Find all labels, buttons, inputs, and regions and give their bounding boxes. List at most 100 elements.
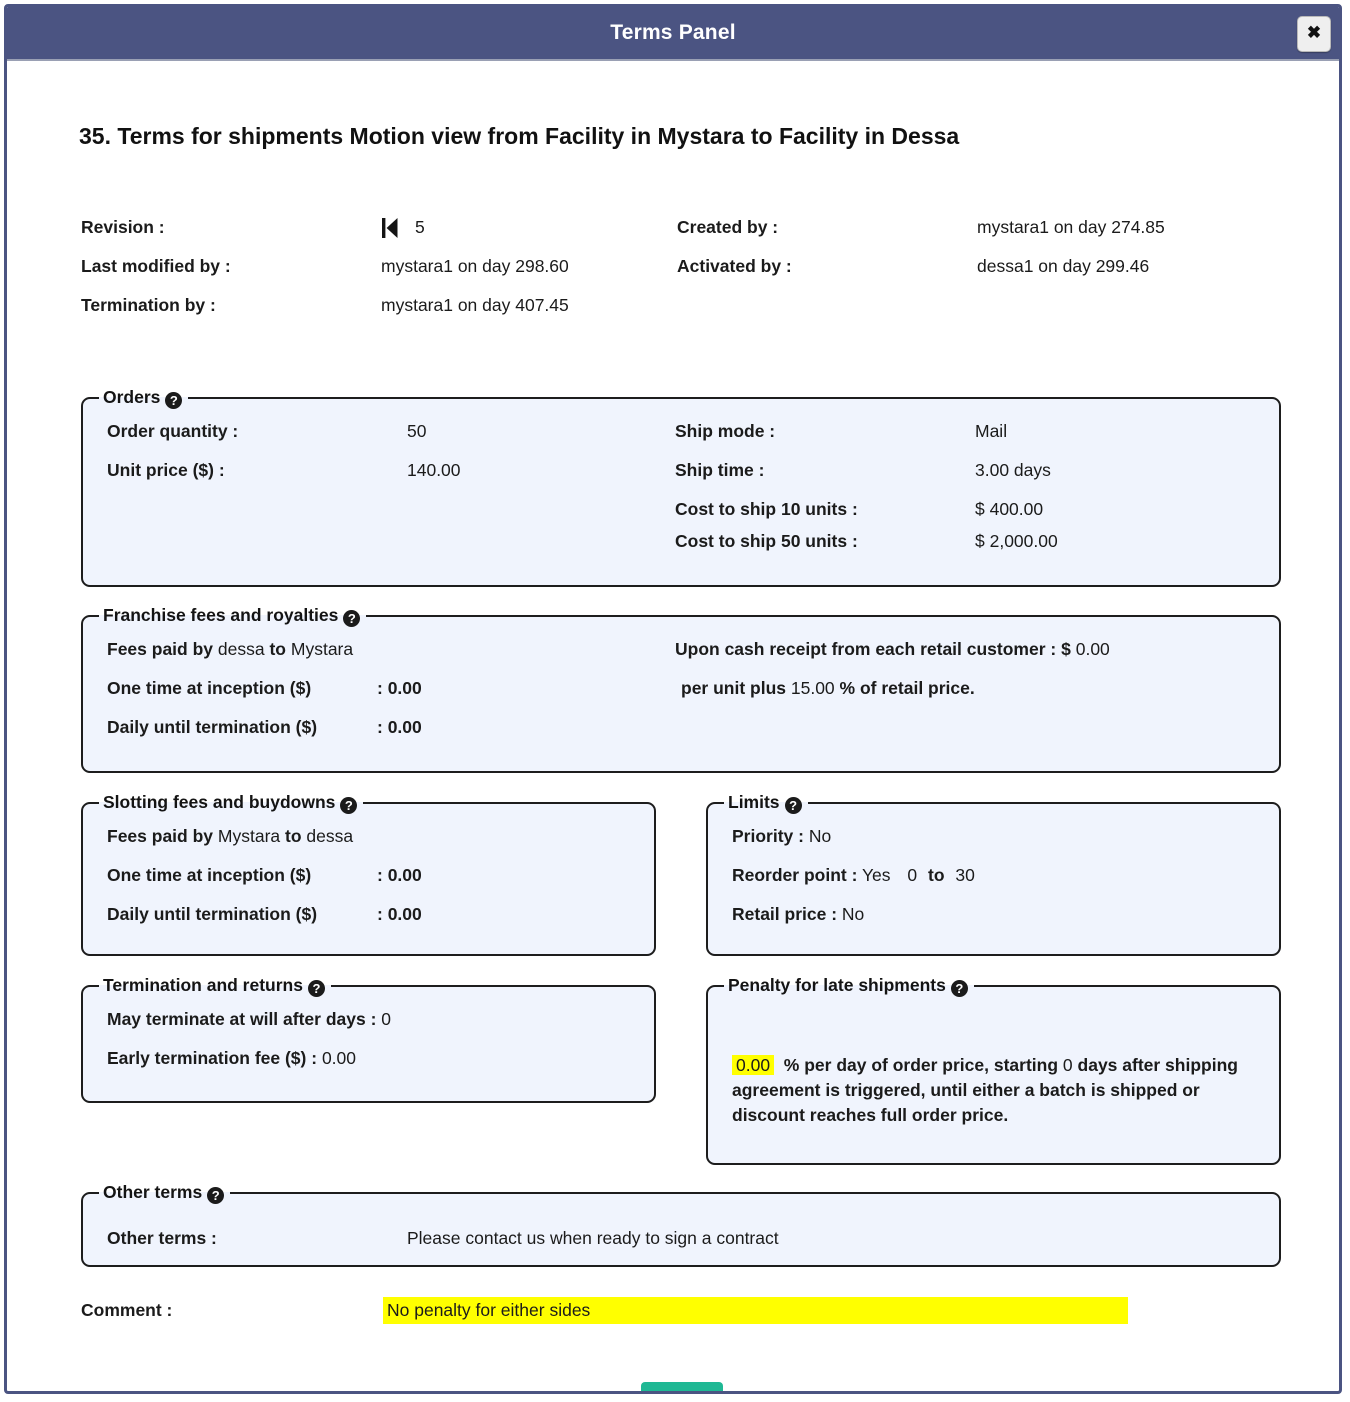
unit-price-row: Unit price ($) : 140.00 <box>107 460 461 499</box>
help-icon[interactable]: ? <box>950 980 968 997</box>
franchise-one-time-label: One time at inception ($) <box>107 678 312 698</box>
termination-legend-text: Termination and returns <box>103 975 303 995</box>
other-terms-legend: Other terms? <box>99 1182 230 1204</box>
help-icon[interactable]: ? <box>340 797 358 814</box>
franchise-daily-row: Daily until termination ($) : 0.00 <box>107 717 422 756</box>
close-button[interactable]: Close <box>641 1382 723 1391</box>
franchise-daily-label: Daily until termination ($) <box>107 717 318 737</box>
may-terminate-row: May terminate at will after days : 0 <box>107 1009 391 1048</box>
cash-receipt-label: Upon cash receipt from each retail custo… <box>675 639 1057 659</box>
last-modified-label: Last modified by : <box>81 256 231 276</box>
franchise-left-column: Fees paid by dessa to Mystara One time a… <box>107 639 422 756</box>
franchise-fees-fieldset: Franchise fees and royalties? Fees paid … <box>81 605 1281 773</box>
per-unit-percent-value: 15.00 <box>790 678 835 698</box>
may-terminate-label: May terminate at will after days : <box>107 1009 377 1029</box>
slotting-legend-text: Slotting fees and buydowns <box>103 792 336 812</box>
reorder-point-max: 30 <box>955 865 975 885</box>
metadata-row: Revision : 5 Created by : mystara1 on da… <box>81 208 1281 247</box>
early-termination-fee-row: Early termination fee ($) : 0.00 <box>107 1048 391 1087</box>
comment-label: Comment : <box>81 1300 173 1320</box>
metadata-row: Last modified by : mystara1 on day 298.6… <box>81 247 1281 286</box>
orders-fieldset: Orders? Order quantity : 50 Unit price (… <box>81 387 1281 587</box>
franchise-fees-payer: dessa <box>217 639 265 659</box>
slotting-fees-fieldset: Slotting fees and buydowns? Fees paid by… <box>81 792 656 956</box>
help-icon[interactable]: ? <box>207 1187 225 1204</box>
comment-value: No penalty for either sides <box>383 1297 1128 1324</box>
per-unit-plus-row: per unit plus 15.00 % of retail price. <box>675 678 1110 708</box>
may-terminate-value: 0 <box>381 1009 392 1029</box>
franchise-fees-payee: Mystara <box>290 639 354 659</box>
orders-left-column: Order quantity : 50 Unit price ($) : 140… <box>107 421 461 499</box>
franchise-one-time-row: One time at inception ($) : 0.00 <box>107 678 422 717</box>
retail-price-row: Retail price : No <box>732 904 975 943</box>
slotting-to-label: to <box>285 826 302 846</box>
help-icon[interactable]: ? <box>784 797 802 814</box>
slotting-one-time-row: One time at inception ($) : 0.00 <box>107 865 422 904</box>
page-title: 35. Terms for shipments Motion view from… <box>79 123 960 149</box>
reorder-point-value: Yes <box>861 865 891 885</box>
franchise-one-time-value: : 0.00 <box>377 678 422 698</box>
ship-mode-value: Mail <box>975 421 1008 441</box>
revision-value: 5 <box>415 217 425 237</box>
slotting-fees-payee: dessa <box>306 826 354 846</box>
panel-title: Terms Panel <box>610 21 736 44</box>
cost-to-ship-10-label: Cost to ship 10 units : <box>675 499 858 519</box>
limits-fieldset: Limits? Priority : No Reorder point : Ye… <box>706 792 1281 956</box>
created-by-label: Created by : <box>677 217 779 237</box>
cash-receipt-currency: $ <box>1061 639 1071 659</box>
penalty-late-shipments-fieldset: Penalty for late shipments? 0.00 % per d… <box>706 975 1281 1165</box>
help-icon[interactable]: ? <box>165 392 183 409</box>
other-terms-fieldset: Other terms? Other terms : Please contac… <box>81 1182 1281 1267</box>
slotting-legend: Slotting fees and buydowns? <box>99 792 363 814</box>
slotting-daily-label: Daily until termination ($) <box>107 904 318 924</box>
skip-to-previous-icon[interactable] <box>381 217 399 239</box>
cost-to-ship-10-row: Cost to ship 10 units : $ 400.00 <box>675 499 1058 531</box>
orders-legend: Orders? <box>99 387 188 409</box>
cost-to-ship-50-label: Cost to ship 50 units : <box>675 531 858 551</box>
limits-legend: Limits? <box>724 792 808 814</box>
close-icon[interactable]: ✖ <box>1297 16 1331 52</box>
penalty-paragraph: 0.00 % per day of order price, starting … <box>732 1053 1252 1128</box>
slotting-daily-value: : 0.00 <box>377 904 422 924</box>
cost-to-ship-10-value: $ 400.00 <box>975 499 1044 519</box>
franchise-to-label: to <box>269 639 286 659</box>
help-icon[interactable]: ? <box>307 980 325 997</box>
priority-label: Priority : <box>732 826 804 846</box>
franchise-right-column: Upon cash receipt from each retail custo… <box>675 639 1110 708</box>
retail-price-label: Retail price : <box>732 904 838 924</box>
order-quantity-label: Order quantity : <box>107 421 239 441</box>
slotting-one-time-value: : 0.00 <box>377 865 422 885</box>
termination-legend: Termination and returns? <box>99 975 331 997</box>
ship-time-label: Ship time : <box>675 460 765 480</box>
activated-by-value: dessa1 on day 299.46 <box>977 256 1150 276</box>
franchise-fees-paid-by-row: Fees paid by dessa to Mystara <box>107 639 422 678</box>
penalty-legend-text: Penalty for late shipments <box>728 975 946 995</box>
reorder-point-to-label: to <box>928 865 945 885</box>
per-unit-plus-label: per unit plus <box>681 678 786 698</box>
terms-panel-window: Terms Panel ✖ 35. Terms for shipments Mo… <box>4 4 1342 1394</box>
termination-by-value: mystara1 on day 407.45 <box>381 295 569 315</box>
slotting-daily-row: Daily until termination ($) : 0.00 <box>107 904 422 943</box>
ship-time-row: Ship time : 3.00 days <box>675 460 1058 499</box>
early-termination-fee-value: 0.00 <box>321 1048 356 1068</box>
order-quantity-row: Order quantity : 50 <box>107 421 461 460</box>
comment-row: Comment : No penalty for either sides <box>81 1297 1128 1324</box>
cash-receipt-value: 0.00 <box>1075 639 1110 659</box>
reorder-point-row: Reorder point : Yes 0 to 30 <box>732 865 975 904</box>
cost-to-ship-50-value: $ 2,000.00 <box>975 531 1058 551</box>
penalty-start-days: 0 <box>1062 1055 1073 1075</box>
retail-price-value: No <box>841 904 865 924</box>
unit-price-label: Unit price ($) : <box>107 460 225 480</box>
priority-value: No <box>808 826 832 846</box>
cost-to-ship-50-row: Cost to ship 50 units : $ 2,000.00 <box>675 531 1058 563</box>
help-icon[interactable]: ? <box>343 610 361 627</box>
termination-column: May terminate at will after days : 0 Ear… <box>107 1009 391 1087</box>
ship-mode-label: Ship mode : <box>675 421 776 441</box>
other-terms-row: Other terms : Please contact us when rea… <box>107 1228 779 1249</box>
franchise-fees-paid-by-label: Fees paid by <box>107 639 214 659</box>
franchise-legend-text: Franchise fees and royalties <box>103 605 339 625</box>
penalty-text-part1: % per day of order price, starting <box>783 1055 1059 1075</box>
limits-legend-text: Limits <box>728 792 780 812</box>
other-terms-legend-text: Other terms <box>103 1182 203 1202</box>
franchise-legend: Franchise fees and royalties? <box>99 605 366 627</box>
